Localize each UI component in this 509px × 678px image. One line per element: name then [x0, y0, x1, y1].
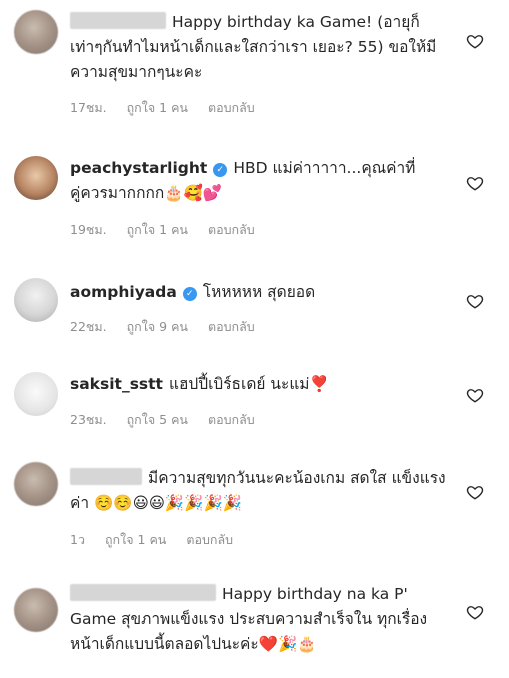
heart-outline-icon[interactable]: [466, 292, 484, 310]
heart-outline-icon[interactable]: [466, 174, 484, 192]
comment-text-block: aomphiyada ✓ โหหหหห สุดยอด: [70, 280, 450, 305]
likes-count[interactable]: ถูกใจ 1 คน: [127, 222, 188, 237]
comment-text: แฮปปี้เบิร์ธเดย์ นะแม่❣️: [168, 375, 329, 393]
reply-button[interactable]: ตอบกลับ: [186, 532, 233, 547]
comment-meta: 1ว ถูกใจ 1 คน ตอบกลับ: [70, 530, 253, 550]
comment-meta: 22ชม. ถูกใจ 9 คน ตอบกลับ: [70, 317, 275, 337]
heart-outline-icon[interactable]: [466, 32, 484, 50]
comment-text-block: Happy birthday ka Game! (อายุก็เท่าๆกันท…: [70, 10, 450, 85]
reply-button[interactable]: ตอบกลับ: [208, 222, 255, 237]
comment-time: 23ชม.: [70, 412, 107, 427]
comment-text: โหหหหห สุดยอด: [202, 283, 316, 301]
heart-outline-icon[interactable]: [466, 386, 484, 404]
likes-count[interactable]: ถูกใจ 1 คน: [127, 100, 188, 115]
username[interactable]: peachystarlight: [70, 159, 207, 177]
blurred-username: [70, 12, 166, 29]
reply-button[interactable]: ตอบกลับ: [208, 100, 255, 115]
comment-text-block: มีความสุขทุกวันนะคะน้องเกม สดใส แข็งแรงค…: [70, 466, 450, 516]
blurred-username: [70, 468, 142, 485]
comment-text-block: peachystarlight ✓ HBD แม่ค่าาาาา...คุณค่าท…: [70, 156, 450, 206]
comment-text-block: saksit_sstt แฮปปี้เบิร์ธเดย์ นะแม่❣️: [70, 372, 450, 397]
verified-badge-icon: ✓: [182, 287, 197, 301]
blurred-username: [70, 584, 216, 601]
comment-meta: 23ชม. ถูกใจ 5 คน ตอบกลับ: [70, 410, 275, 430]
heart-outline-icon[interactable]: [466, 483, 484, 501]
comment-time: 22ชม.: [70, 319, 107, 334]
username[interactable]: saksit_sstt: [70, 375, 163, 393]
blurred-avatar[interactable]: [14, 462, 58, 506]
reply-button[interactable]: ตอบกลับ: [208, 412, 255, 427]
heart-outline-icon[interactable]: [466, 603, 484, 621]
blurred-avatar[interactable]: [14, 588, 58, 632]
blurred-avatar[interactable]: [14, 10, 58, 54]
comment-meta: 17ชม. ถูกใจ 1 คน ตอบกลับ: [70, 98, 275, 118]
comment-time: 1ว: [70, 532, 85, 547]
comment-time: 17ชม.: [70, 100, 107, 115]
comment-meta: 19ชม. ถูกใจ 1 คน ตอบกลับ: [70, 220, 275, 240]
likes-count[interactable]: ถูกใจ 9 คน: [127, 319, 188, 334]
user-avatar[interactable]: [14, 372, 58, 416]
user-avatar[interactable]: [14, 156, 58, 200]
username[interactable]: aomphiyada: [70, 283, 177, 301]
likes-count[interactable]: ถูกใจ 1 คน: [105, 532, 166, 547]
likes-count[interactable]: ถูกใจ 5 คน: [127, 412, 188, 427]
comment-time: 19ชม.: [70, 222, 107, 237]
reply-button[interactable]: ตอบกลับ: [208, 319, 255, 334]
verified-badge-icon: ✓: [213, 163, 228, 177]
user-avatar[interactable]: [14, 278, 58, 322]
comment-text-block: Happy birthday na ka P' Game สุขภาพแข็งแ…: [70, 582, 435, 657]
